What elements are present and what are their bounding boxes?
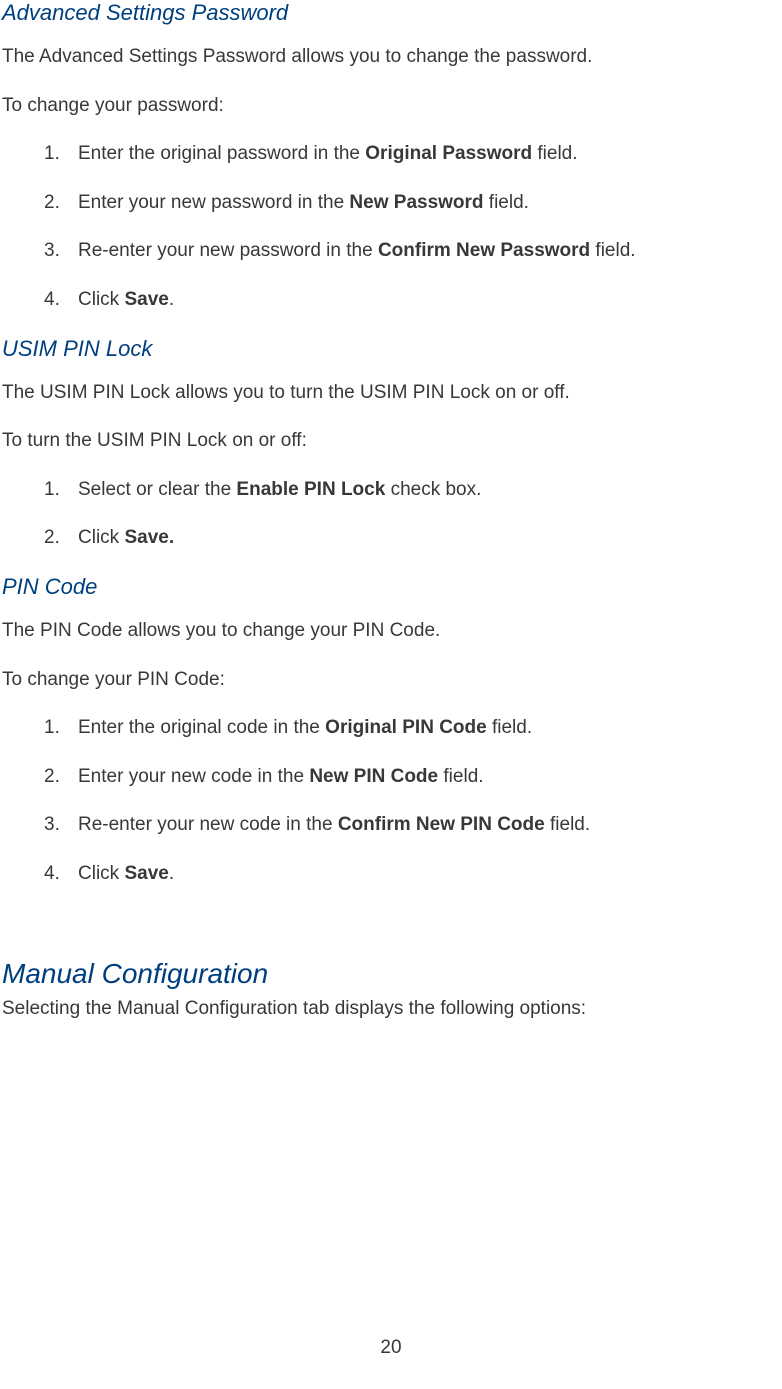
- step-bold: Confirm New Password: [378, 240, 590, 261]
- desc-usim: The USIM PIN Lock allows you to turn the…: [0, 380, 782, 407]
- intro-usim: To turn the USIM PIN Lock on or off:: [0, 428, 782, 455]
- step-text: field.: [532, 143, 577, 164]
- step-item: Enter your new code in the New PIN Code …: [78, 764, 782, 791]
- page-number: 20: [0, 1337, 782, 1359]
- step-text: .: [169, 863, 174, 884]
- step-item: Click Save.: [78, 287, 782, 314]
- intro-pin: To change your PIN Code:: [0, 667, 782, 694]
- step-item: Select or clear the Enable PIN Lock chec…: [78, 477, 782, 504]
- step-text: .: [169, 289, 174, 310]
- heading-advanced-settings-password: Advanced Settings Password: [0, 0, 782, 26]
- desc-pin: The PIN Code allows you to change your P…: [0, 618, 782, 645]
- step-bold: New PIN Code: [309, 766, 438, 787]
- step-item: Enter your new password in the New Passw…: [78, 190, 782, 217]
- step-bold: Save: [124, 289, 168, 310]
- step-bold: Save: [124, 863, 168, 884]
- step-item: Re-enter your new password in the Confir…: [78, 238, 782, 265]
- step-text: Enter the original code in the: [78, 717, 325, 738]
- step-text: field.: [438, 766, 483, 787]
- step-bold: Original Password: [365, 143, 532, 164]
- step-bold: Enable PIN Lock: [236, 479, 385, 500]
- step-text: Click: [78, 527, 124, 548]
- heading-pin-code: PIN Code: [0, 574, 782, 600]
- step-text: Re-enter your new password in the: [78, 240, 378, 261]
- step-text: field.: [590, 240, 635, 261]
- step-text: Click: [78, 863, 124, 884]
- step-item: Enter the original code in the Original …: [78, 715, 782, 742]
- step-text: field.: [484, 192, 529, 213]
- steps-usim: Select or clear the Enable PIN Lock chec…: [0, 477, 782, 552]
- step-item: Re-enter your new code in the Confirm Ne…: [78, 812, 782, 839]
- step-text: check box.: [385, 479, 481, 500]
- step-bold: Save.: [124, 527, 174, 548]
- intro-advanced: To change your password:: [0, 93, 782, 120]
- steps-pin: Enter the original code in the Original …: [0, 715, 782, 887]
- steps-advanced: Enter the original password in the Origi…: [0, 141, 782, 313]
- step-text: Enter your new code in the: [78, 766, 309, 787]
- step-item: Enter the original password in the Origi…: [78, 141, 782, 168]
- desc-manual: Selecting the Manual Configuration tab d…: [0, 996, 782, 1023]
- step-text: field.: [545, 814, 590, 835]
- step-text: field.: [487, 717, 532, 738]
- step-bold: Confirm New PIN Code: [338, 814, 545, 835]
- step-item: Click Save.: [78, 861, 782, 888]
- step-bold: New Password: [349, 192, 483, 213]
- step-text: Select or clear the: [78, 479, 236, 500]
- heading-usim-pin-lock: USIM PIN Lock: [0, 336, 782, 362]
- step-text: Enter your new password in the: [78, 192, 349, 213]
- heading-manual-configuration: Manual Configuration: [0, 958, 782, 990]
- step-text: Click: [78, 289, 124, 310]
- step-text: Enter the original password in the: [78, 143, 365, 164]
- step-item: Click Save.: [78, 525, 782, 552]
- step-text: Re-enter your new code in the: [78, 814, 338, 835]
- desc-advanced: The Advanced Settings Password allows yo…: [0, 44, 782, 71]
- step-bold: Original PIN Code: [325, 717, 487, 738]
